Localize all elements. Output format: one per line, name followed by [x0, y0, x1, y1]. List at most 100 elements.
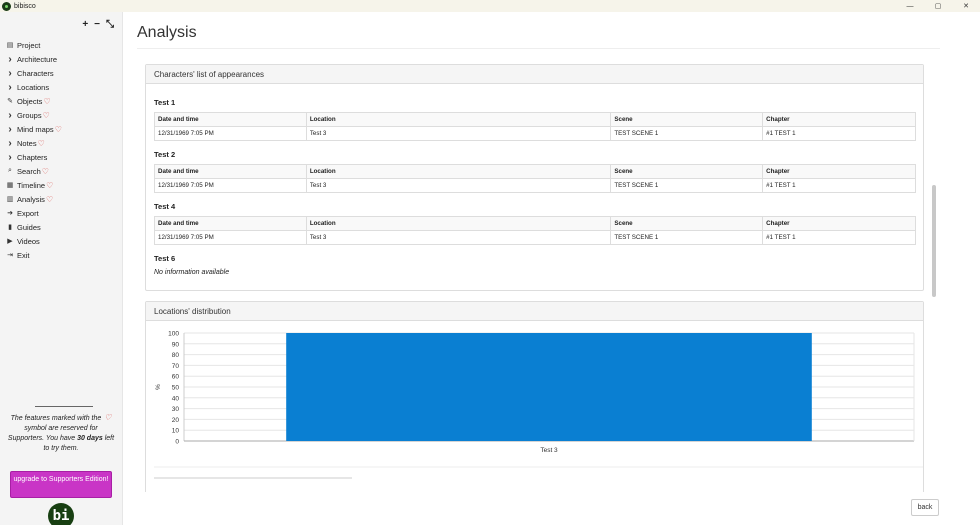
table-cell: TEST SCENE 1 [610, 230, 764, 245]
sidebar-item-label: Characters [17, 68, 54, 78]
column-header: Scene [610, 112, 764, 127]
minimize-button[interactable]: — [896, 0, 924, 12]
sidebar-item-groups[interactable]: › Groups ♡ [6, 108, 62, 122]
sidebar-item-mind-maps[interactable]: › Mind maps ♡ [6, 122, 62, 136]
sidebar-menu: ▤ Project › Architecture › Characters › Locatio… [6, 38, 62, 262]
sidebar-item-label: Project [17, 40, 41, 50]
bibisco-logo: bi [48, 503, 74, 525]
character-block: Test 4 Date and time Location Scene Chapter 1… [154, 202, 916, 245]
sidebar-item-label: Videos [17, 236, 40, 246]
sidebar-item-architecture[interactable]: › Architecture [6, 52, 62, 66]
video-icon: ▶ [7, 238, 13, 245]
sidebar-item-label: Objects [17, 96, 43, 106]
character-name: Test 6 [154, 254, 176, 263]
heart-icon: ♡ [43, 96, 51, 106]
expand-all-icon[interactable]: + [82, 19, 88, 30]
window-title: bibisco [14, 2, 36, 10]
column-header: Date and time [154, 216, 307, 231]
maximize-button[interactable]: ▢ [924, 0, 952, 12]
character-block: Test 1 Date and time Location Scene Chapter 1… [154, 98, 916, 141]
y-tick-label: 10 [172, 428, 180, 435]
locations-chart: 0 10 20 30 40 50 60 70 80 90 100 Test 3% [154, 331, 923, 479]
chevron-right-icon: › [8, 53, 12, 65]
sidebar-item-label: Locations [17, 82, 50, 92]
y-tick-label: 80 [172, 352, 180, 359]
column-header: Chapter [762, 216, 916, 231]
sidebar-tools: + − ⤡ [82, 19, 114, 30]
content-scrollbar[interactable] [932, 185, 936, 297]
sidebar-item-characters[interactable]: › Characters [6, 66, 62, 80]
collapse-all-icon[interactable]: − [94, 19, 100, 30]
table-cell: Test 3 [305, 126, 612, 141]
trial-days: 30 days [77, 435, 103, 442]
table-row: 12/31/1969 7:05 PM Test 3 TEST SCENE 1 #1 T… [154, 178, 916, 193]
sidebar-item-exit[interactable]: ⇥ Exit [6, 248, 62, 262]
sidebar-divider [35, 406, 93, 407]
table-cell: 12/31/1969 7:05 PM [154, 230, 307, 245]
window-title-bar: bibisco — ▢ ✕ [0, 0, 980, 12]
table-row: 12/31/1969 7:05 PM Test 3 TEST SCENE 1 #1 T… [154, 126, 916, 141]
sidebar-item-project[interactable]: ▤ Project [6, 38, 62, 52]
sidebar-item-export[interactable]: ➜ Export [6, 206, 62, 220]
column-header: Chapter [762, 112, 916, 127]
sidebar-item-label: Export [17, 208, 39, 218]
sidebar-item-label: Timeline [17, 180, 46, 190]
sidebar-item-analysis[interactable]: ▥ Analysis ♡ [6, 192, 62, 206]
sidebar-item-objects[interactable]: ✎ Objects ♡ [6, 94, 62, 108]
table-cell: TEST SCENE 1 [610, 178, 764, 193]
sidebar-item-guides[interactable]: ▮ Guides [6, 220, 62, 234]
appearances-table: Date and time Location Scene Chapter 12/31/1… [154, 112, 916, 141]
chart-bar [286, 333, 812, 441]
appearances-table: Date and time Location Scene Chapter 12/31/1… [154, 164, 916, 193]
sidebar-item-chapters[interactable]: › Chapters [6, 150, 62, 164]
y-tick-label: 60 [172, 374, 180, 381]
chevron-right-icon: › [8, 151, 12, 163]
column-header: Location [305, 164, 612, 179]
table-cell: 12/31/1969 7:05 PM [154, 178, 307, 193]
y-tick-label: 0 [175, 439, 179, 446]
sidebar: + − ⤡ ▤ Project › Architecture › Characters › L… [0, 12, 123, 525]
table-header-row: Date and time Location Scene Chapter [154, 216, 916, 231]
heart-icon: ♡ [42, 110, 50, 120]
sidebar-item-label: Chapters [17, 152, 48, 162]
close-button[interactable]: ✕ [952, 0, 980, 12]
heart-icon: ♡ [37, 138, 45, 148]
table-cell: #1 TEST 1 [762, 230, 916, 245]
sidebar-item-label: Architecture [17, 54, 58, 64]
column-header: Scene [610, 216, 764, 231]
table-cell: #1 TEST 1 [762, 126, 916, 141]
sidebar-item-notes[interactable]: › Notes ♡ [6, 136, 62, 150]
chart-icon: ▥ [6, 196, 14, 203]
table-cell: Test 3 [305, 230, 612, 245]
locations-panel-title: Locations' distribution [146, 302, 923, 321]
page-title: Analysis [137, 24, 197, 41]
heart-icon: ♡ [41, 166, 49, 176]
fullscreen-icon[interactable]: ⤡ [106, 19, 114, 30]
sidebar-item-label: Mind maps [17, 124, 54, 134]
analysis-content[interactable]: Characters' list of appearances Test 1 Da… [137, 52, 940, 492]
back-button[interactable]: back [911, 499, 939, 516]
chevron-right-icon: › [8, 137, 12, 149]
column-header: Date and time [154, 164, 307, 179]
x-tick-label: Test 3 [540, 447, 558, 454]
column-header: Location [305, 216, 612, 231]
chevron-right-icon: › [8, 109, 12, 121]
pencil-icon: ✎ [7, 98, 13, 105]
upgrade-button[interactable]: upgrade to Supporters Edition! [10, 471, 112, 498]
sidebar-item-search[interactable]: ⌕ Search ♡ [6, 164, 62, 178]
sidebar-item-label: Search [17, 166, 41, 176]
character-name: Test 1 [154, 98, 176, 107]
column-header: Chapter [762, 164, 916, 179]
book-icon: ▮ [8, 224, 12, 231]
sidebar-item-locations[interactable]: › Locations [6, 80, 62, 94]
y-tick-label: 100 [168, 331, 179, 338]
appearances-panel: Characters' list of appearances Test 1 Da… [145, 64, 924, 291]
sidebar-item-timeline[interactable]: ▦ Timeline ♡ [6, 178, 62, 192]
sidebar-item-videos[interactable]: ▶ Videos [6, 234, 62, 248]
table-header-row: Date and time Location Scene Chapter [154, 112, 916, 127]
export-icon: ➜ [7, 210, 13, 217]
chevron-right-icon: › [8, 81, 12, 93]
y-tick-label: 70 [172, 363, 180, 370]
character-name: Test 2 [154, 150, 176, 159]
project-icon: ▤ [6, 42, 14, 49]
